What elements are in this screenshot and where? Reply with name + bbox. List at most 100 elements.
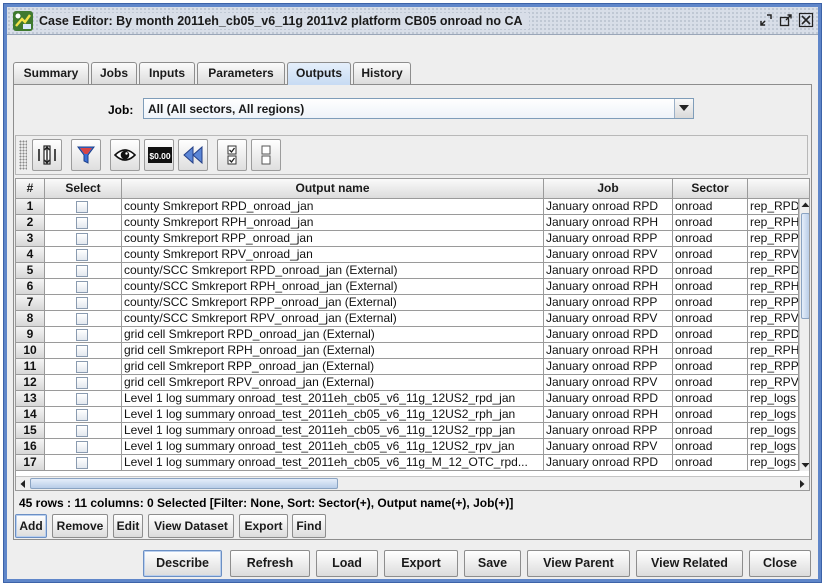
view-eye-icon[interactable] — [110, 139, 140, 171]
select-checkbox[interactable] — [76, 441, 88, 453]
scroll-down-icon[interactable] — [800, 459, 810, 471]
horizontal-scrollbar[interactable] — [16, 476, 809, 490]
select-checkbox[interactable] — [76, 233, 88, 245]
job-cell: January onroad RPD — [544, 391, 673, 407]
filter-icon[interactable] — [71, 139, 101, 171]
row-number: 16 — [16, 439, 45, 455]
tab-summary[interactable]: Summary — [13, 62, 89, 84]
table-row[interactable]: 14 Level 1 log summary onroad_test_2011eh… — [16, 407, 799, 423]
sector-cell: onroad — [673, 231, 748, 247]
remove-button[interactable]: Remove — [52, 514, 108, 538]
select-checkbox[interactable] — [76, 425, 88, 437]
table-row[interactable]: 11 grid cell Smkreport RPP_onroad_jan (Ex… — [16, 359, 799, 375]
close-button[interactable]: Close — [749, 550, 811, 577]
refresh-button[interactable]: Refresh — [230, 550, 310, 577]
title-bar[interactable]: Case Editor: By month 2011eh_cb05_v6_11g… — [7, 7, 818, 35]
add-button[interactable]: Add — [15, 514, 47, 538]
horizontal-scroll-thumb[interactable] — [30, 478, 338, 489]
select-checkbox[interactable] — [76, 409, 88, 421]
export-button[interactable]: Export — [384, 550, 458, 577]
view-related-button[interactable]: View Related — [636, 550, 743, 577]
scroll-right-icon[interactable] — [797, 478, 808, 490]
select-checkbox[interactable] — [76, 345, 88, 357]
select-checkbox[interactable] — [76, 249, 88, 261]
format-icon[interactable]: $0.00 — [144, 139, 174, 171]
job-cell: January onroad RPP — [544, 423, 673, 439]
column-header-job[interactable]: Job — [544, 179, 673, 199]
extra-cell: rep_RPD — [748, 199, 799, 215]
table-row[interactable]: 15 Level 1 log summary onroad_test_2011eh… — [16, 423, 799, 439]
scroll-left-icon[interactable] — [17, 478, 28, 490]
table-row[interactable]: 1 county Smkreport RPD_onroad_jan January … — [16, 199, 799, 215]
select-cell — [45, 407, 122, 423]
select-checkbox[interactable] — [76, 329, 88, 341]
column-header-sector[interactable]: Sector — [673, 179, 748, 199]
select-checkbox[interactable] — [76, 361, 88, 373]
minimize-icon[interactable] — [758, 12, 774, 28]
table-row[interactable]: 6 county/SCC Smkreport RPH_onroad_jan (Ex… — [16, 279, 799, 295]
select-checkbox[interactable] — [76, 377, 88, 389]
columns-icon[interactable] — [32, 139, 62, 171]
toolbar-grip[interactable] — [19, 140, 27, 170]
extra-cell: rep_logs — [748, 391, 799, 407]
view-parent-button[interactable]: View Parent — [527, 550, 630, 577]
tab-outputs[interactable]: Outputs — [287, 62, 351, 85]
select-checkbox[interactable] — [76, 265, 88, 277]
select-all-icon[interactable] — [217, 139, 247, 171]
table-row[interactable]: 13 Level 1 log summary onroad_test_2011eh… — [16, 391, 799, 407]
job-cell: January onroad RPV — [544, 311, 673, 327]
job-cell: January onroad RPH — [544, 279, 673, 295]
job-cell: January onroad RPD — [544, 327, 673, 343]
select-checkbox[interactable] — [76, 281, 88, 293]
load-button[interactable]: Load — [316, 550, 378, 577]
column-header-number[interactable]: # — [16, 179, 45, 199]
tab-inputs[interactable]: Inputs — [139, 62, 195, 84]
table-row[interactable]: 3 county Smkreport RPP_onroad_jan January … — [16, 231, 799, 247]
find-button[interactable]: Find — [292, 514, 326, 538]
column-header-output-name[interactable]: Output name — [122, 179, 544, 199]
tab-parameters[interactable]: Parameters — [197, 62, 285, 84]
vertical-scrollbar[interactable] — [799, 199, 810, 471]
job-dropdown[interactable]: All (All sectors, All regions) — [143, 98, 694, 119]
table-row[interactable]: 17 Level 1 log summary onroad_test_2011eh… — [16, 455, 799, 471]
close-window-icon[interactable] — [798, 12, 814, 28]
table-row[interactable]: 12 grid cell Smkreport RPV_onroad_jan (Ex… — [16, 375, 799, 391]
row-number: 4 — [16, 247, 45, 263]
table-row[interactable]: 8 county/SCC Smkreport RPV_onroad_jan (Ex… — [16, 311, 799, 327]
job-cell: January onroad RPD — [544, 199, 673, 215]
edit-button[interactable]: Edit — [113, 514, 143, 538]
table-status: 45 rows : 11 columns: 0 Selected [Filter… — [19, 496, 514, 510]
output-name-cell: Level 1 log summary onroad_test_2011eh_c… — [122, 455, 544, 471]
row-number: 9 — [16, 327, 45, 343]
maximize-icon[interactable] — [778, 12, 794, 28]
chevron-down-icon[interactable] — [674, 99, 693, 118]
view-dataset-button[interactable]: View Dataset — [148, 514, 234, 538]
rewind-icon[interactable] — [178, 139, 208, 171]
column-header-extra[interactable] — [748, 179, 809, 199]
table-row[interactable]: 10 grid cell Smkreport RPH_onroad_jan (Ex… — [16, 343, 799, 359]
export-table-button[interactable]: Export — [239, 514, 288, 538]
select-checkbox[interactable] — [76, 393, 88, 405]
select-checkbox[interactable] — [76, 313, 88, 325]
table-row[interactable]: 2 county Smkreport RPH_onroad_jan January … — [16, 215, 799, 231]
select-checkbox[interactable] — [76, 201, 88, 213]
save-button[interactable]: Save — [464, 550, 521, 577]
output-name-cell: county Smkreport RPP_onroad_jan — [122, 231, 544, 247]
table-row[interactable]: 7 county/SCC Smkreport RPP_onroad_jan (Ex… — [16, 295, 799, 311]
select-checkbox[interactable] — [76, 297, 88, 309]
job-cell: January onroad RPV — [544, 375, 673, 391]
scroll-up-icon[interactable] — [800, 199, 810, 211]
table-row[interactable]: 16 Level 1 log summary onroad_test_2011eh… — [16, 439, 799, 455]
table-row[interactable]: 4 county Smkreport RPV_onroad_jan January … — [16, 247, 799, 263]
table-row[interactable]: 9 grid cell Smkreport RPD_onroad_jan (Ext… — [16, 327, 799, 343]
column-header-select[interactable]: Select — [45, 179, 122, 199]
select-checkbox[interactable] — [76, 217, 88, 229]
clear-selection-icon[interactable] — [251, 139, 281, 171]
table-row[interactable]: 5 county/SCC Smkreport RPD_onroad_jan (Ex… — [16, 263, 799, 279]
select-checkbox[interactable] — [76, 457, 88, 469]
vertical-scroll-thumb[interactable] — [801, 213, 809, 319]
tab-history[interactable]: History — [353, 62, 411, 84]
describe-button[interactable]: Describe — [143, 550, 222, 577]
tab-jobs[interactable]: Jobs — [91, 62, 137, 84]
extra-cell: rep_RPH — [748, 279, 799, 295]
